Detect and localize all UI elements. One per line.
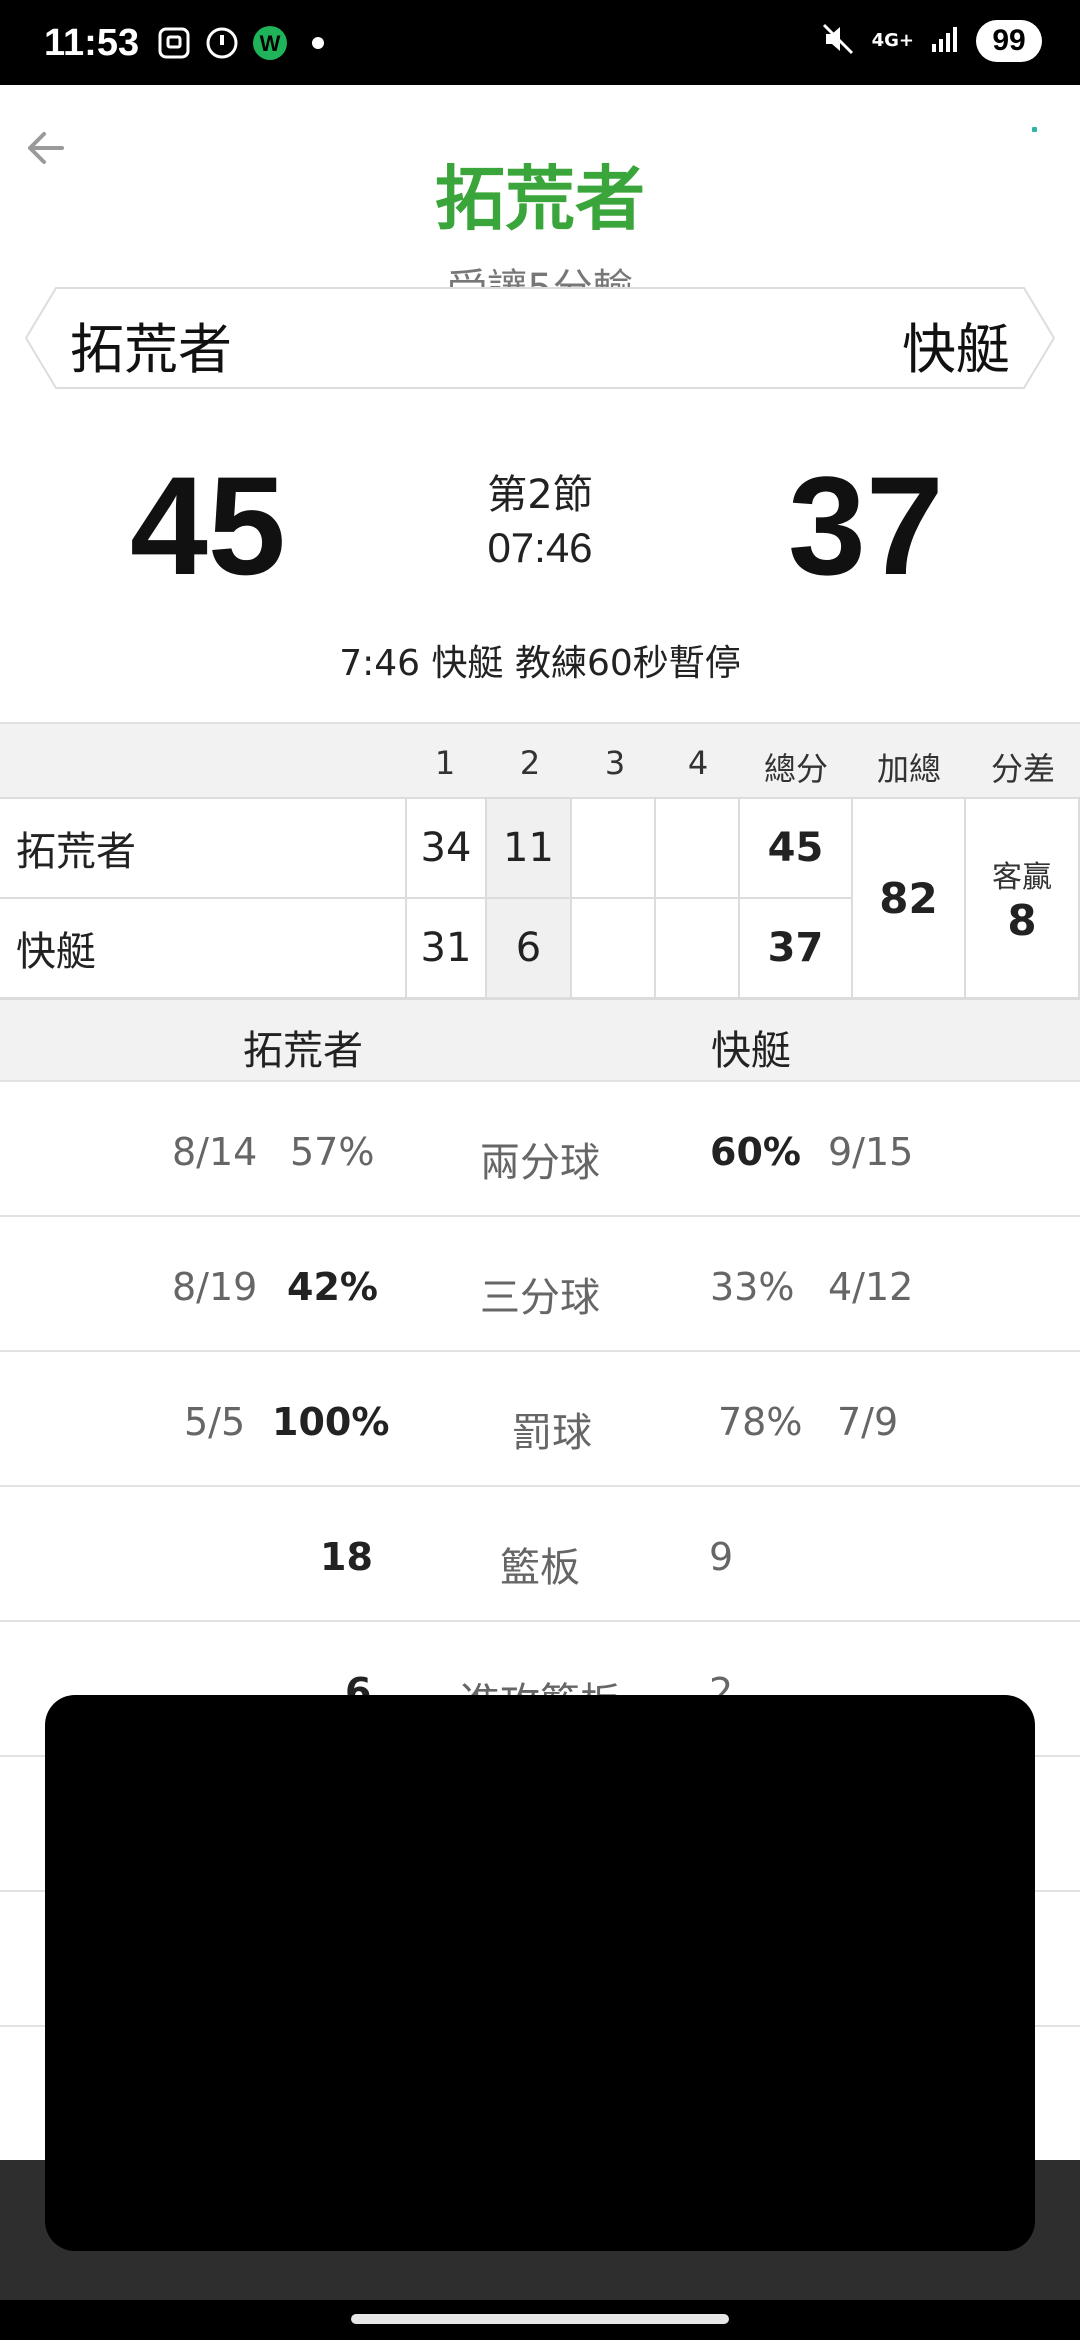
home-value: 100% [272,1400,390,1444]
header-q3: 3 [604,744,626,782]
cell-total: 37 [740,899,853,999]
cell-q2: 11 [487,799,572,899]
home-value: 42% [287,1265,378,1309]
screenshot-icon [155,24,193,62]
location-icon [203,24,241,62]
home-value: 57% [290,1130,375,1174]
ad-overlay[interactable] [45,1695,1035,2251]
cell-q3 [572,799,656,899]
home-ratio: 5/5 [184,1400,246,1444]
row-team-name: 拓荒者 [0,799,407,899]
stat-label: 罰球 [512,1410,592,1456]
stat-row: 18 籃板 9 [0,1485,1080,1620]
header-q2: 2 [519,744,541,782]
home-value: 18 [320,1535,373,1579]
stat-label: 三分球 [480,1275,600,1321]
page-title: 拓荒者 [435,158,645,240]
stat-row: 5/5 100% 罰球 78% 7/9 [0,1350,1080,1485]
stats-away-name: 快艇 [711,1028,791,1074]
quarter-table: 拓荒者 34 11 45 快艇 31 6 37 82 客贏 8 [0,797,1080,1002]
battery-icon: 99 [976,20,1042,62]
stat-label: 兩分球 [480,1140,600,1186]
away-score: 37 [788,447,944,604]
cell-q3 [572,899,656,999]
stat-row: 8/14 57% 兩分球 60% 9/15 [0,1080,1080,1215]
header-diff: 分差 [990,750,1055,788]
cell-sum: 82 [853,799,966,999]
header-q4: 4 [687,744,709,782]
home-ratio: 8/14 [172,1130,258,1174]
away-value: 78% [718,1400,803,1444]
away-value: 60% [710,1130,801,1174]
diff-label: 客贏 [992,859,1052,895]
cell-diff: 客贏 8 [966,799,1080,999]
home-ratio: 8/19 [172,1265,258,1309]
mute-icon [820,21,856,61]
stat-row: 8/19 42% 三分球 33% 4/12 [0,1215,1080,1350]
status-time: 11:53 [44,22,140,64]
away-value: 9 [709,1535,734,1579]
header-total: 總分 [763,750,828,788]
away-value: 33% [710,1265,795,1309]
away-ratio: 7/9 [837,1400,899,1444]
stat-label: 籃板 [500,1545,580,1591]
header-sum: 加總 [876,750,941,788]
cell-q1: 31 [407,899,487,999]
away-ratio: 9/15 [828,1130,914,1174]
stats-header: 拓荒者 快艇 [0,1000,1080,1080]
row-team-name: 快艇 [0,899,407,999]
signal-icon [930,24,960,58]
team-right-button[interactable]: 快艇 [902,305,1010,384]
webtoon-icon: W [251,24,289,62]
stats-home-name: 拓荒者 [243,1028,363,1074]
latest-event: 7:46 快艇 教練60秒暫停 [339,643,741,684]
cell-q4 [656,899,740,999]
network-icon: 4G+ [871,30,914,51]
away-ratio: 4/12 [828,1265,914,1309]
cell-total: 45 [740,799,853,899]
svg-text:W: W [260,31,281,56]
home-gesture-handle[interactable] [351,2314,729,2324]
cell-q2: 6 [487,899,572,999]
indicator-dot [1032,127,1037,132]
team-left-button[interactable]: 拓荒者 [70,305,232,384]
quarter-table-header: 1 2 3 4 總分 加總 分差 [0,722,1080,799]
diff-value: 8 [1007,895,1037,945]
status-bar: 11:53 W 4G+ 99 [0,0,1080,85]
cell-q4 [656,799,740,899]
header-q1: 1 [434,744,456,782]
dot-icon [299,24,337,62]
cell-q1: 34 [407,799,487,899]
